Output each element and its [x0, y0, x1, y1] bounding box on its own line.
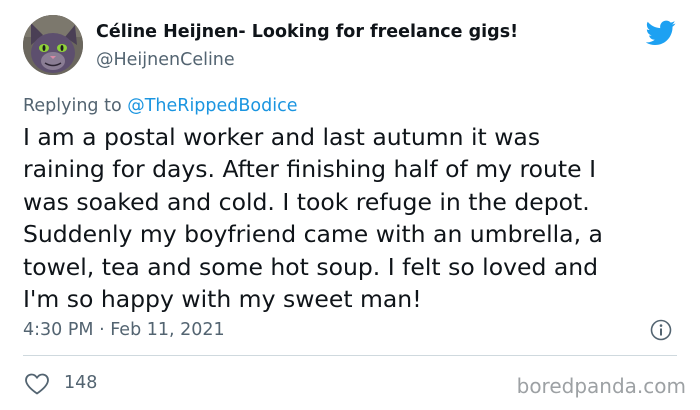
tweet-text-line: raining for days. After finishing half o…	[23, 155, 597, 184]
reply-prefix: Replying to	[23, 96, 128, 116]
tweet-text-line: I am a postal worker and last autumn it …	[23, 123, 541, 151]
tweet-text-line: towel, tea and some hot soup. I felt so …	[23, 252, 599, 281]
like-count: 148	[64, 373, 98, 393]
info-icon[interactable]	[650, 319, 672, 341]
reply-context: Replying to @TheRippedBodice	[23, 96, 297, 116]
user-handle[interactable]: @HeijnenCeline	[96, 50, 235, 70]
tweet-text-line: was soaked and cold. I took refuge in th…	[23, 187, 590, 216]
twitter-bird-icon[interactable]	[646, 20, 676, 46]
divider	[23, 355, 677, 356]
reply-mention-link[interactable]: @TheRippedBodice	[127, 96, 297, 116]
tweet-timestamp[interactable]: 4:30 PM · Feb 11, 2021	[23, 320, 225, 340]
display-name[interactable]: Céline Heijnen- Looking for freelance gi…	[96, 22, 518, 42]
tweet-text-line: I'm so happy with my sweet man!	[23, 285, 422, 314]
heart-icon[interactable]	[24, 372, 50, 396]
tweet-text: I am a postal worker and last autumn it …	[23, 121, 683, 315]
avatar[interactable]	[23, 15, 83, 75]
avatar-cat-illustration	[23, 15, 83, 75]
watermark: boredpanda.com	[516, 374, 686, 398]
tweet-text-line: Suddenly my boyfriend came with an umbre…	[23, 220, 603, 249]
